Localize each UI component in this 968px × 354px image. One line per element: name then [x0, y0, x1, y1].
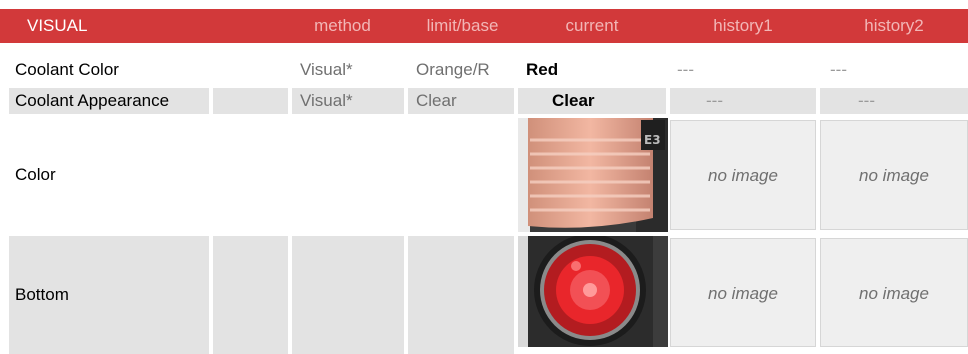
- history1-value: ---: [677, 60, 694, 79]
- bottle-sample-image: E3: [518, 118, 668, 232]
- column-header-history2: history2: [864, 16, 924, 35]
- section-title: VISUAL: [27, 16, 88, 35]
- method-value: Visual*: [300, 60, 353, 79]
- column-header-method: method: [314, 16, 371, 35]
- row-label: Coolant Appearance: [9, 88, 209, 114]
- history1-no-image: no image: [670, 238, 816, 347]
- limit-value: Clear: [408, 88, 514, 114]
- coolant-color-photo[interactable]: E3: [518, 118, 668, 232]
- section-header: VISUAL method limit/base current history…: [0, 9, 968, 43]
- empty-cell: [408, 236, 514, 354]
- row-label: Bottom: [9, 236, 209, 354]
- row-label: Coolant Color: [15, 60, 119, 79]
- history2-value: ---: [820, 88, 968, 114]
- empty-cell: [213, 236, 288, 354]
- history1-value: ---: [670, 88, 816, 114]
- empty-cell: [292, 236, 404, 354]
- history1-no-image: no image: [670, 120, 816, 230]
- current-value: Red: [526, 60, 559, 79]
- limit-value: Orange/R: [416, 60, 490, 79]
- empty-cell: [213, 88, 288, 114]
- row-label: Color: [15, 165, 56, 184]
- column-header-history1: history1: [713, 16, 773, 35]
- column-header-limit: limit/base: [426, 16, 499, 35]
- current-value: Clear: [518, 88, 666, 114]
- svg-text:E3: E3: [644, 133, 661, 147]
- method-value: Visual*: [292, 88, 404, 114]
- history2-no-image: no image: [820, 238, 968, 347]
- history2-no-image: no image: [820, 120, 968, 230]
- column-header-current: current: [565, 16, 619, 35]
- history2-value: ---: [830, 60, 847, 79]
- coolant-bottom-photo[interactable]: [518, 236, 668, 347]
- bottle-bottom-image: [518, 236, 668, 347]
